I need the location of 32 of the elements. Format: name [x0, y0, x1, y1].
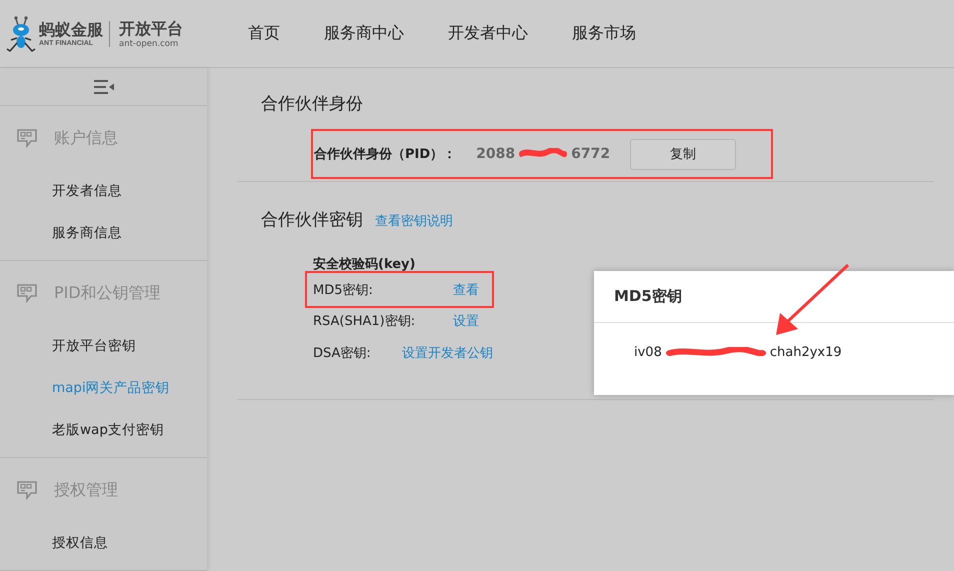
sidebar-item[interactable]: 服务商信息 [0, 212, 122, 254]
sidebar-item[interactable]: 授权信息 [0, 522, 108, 564]
redaction-scribble [519, 148, 568, 160]
key-value: chah2yx19 [770, 345, 842, 360]
brand-name: 蚂蚁金服 [39, 20, 103, 40]
nav-link[interactable]: 开发者中心 [448, 23, 528, 44]
nav-link[interactable]: 服务商中心 [324, 23, 404, 44]
field-label: RSA(SHA1)密钥: [313, 313, 416, 330]
pid-value: 2088 [476, 146, 516, 162]
field-label: MD5密钥: [313, 282, 374, 298]
sidebar-group-title: 账户信息 [54, 128, 118, 148]
platform-url: ant-open.com [119, 38, 180, 48]
nav-link[interactable]: 首页 [248, 23, 280, 44]
field-label: DSA密钥: [313, 345, 372, 362]
sidebar-group-title: PID和公钥管理 [54, 282, 161, 304]
section-title: 合作伙伴身份 [261, 93, 363, 115]
menu-collapse-icon [92, 78, 114, 94]
chat-card-icon [16, 128, 38, 148]
sidebar-item[interactable]: 老版wap支付密钥 [0, 409, 164, 451]
subsection-label: 安全校验码(key) [313, 256, 416, 273]
key-value: iv08 [634, 345, 662, 360]
chat-card-icon [16, 480, 38, 500]
section-title: 合作伙伴密钥 [261, 209, 363, 231]
field-label: 合作伙伴身份（PID）： [314, 146, 456, 163]
copy-button[interactable]: 复制 [630, 138, 736, 170]
sidebar-item[interactable]: 开放平台密钥 [0, 325, 136, 367]
platform-name: 开放平台 [119, 18, 183, 38]
nav-link[interactable]: 服务市场 [572, 23, 636, 44]
pid-value: 6772 [571, 146, 610, 162]
sidebar-group-title: 授权管理 [54, 480, 118, 500]
sidebar-item[interactable]: 开发者信息 [0, 170, 122, 212]
chat-card-icon [16, 283, 38, 303]
